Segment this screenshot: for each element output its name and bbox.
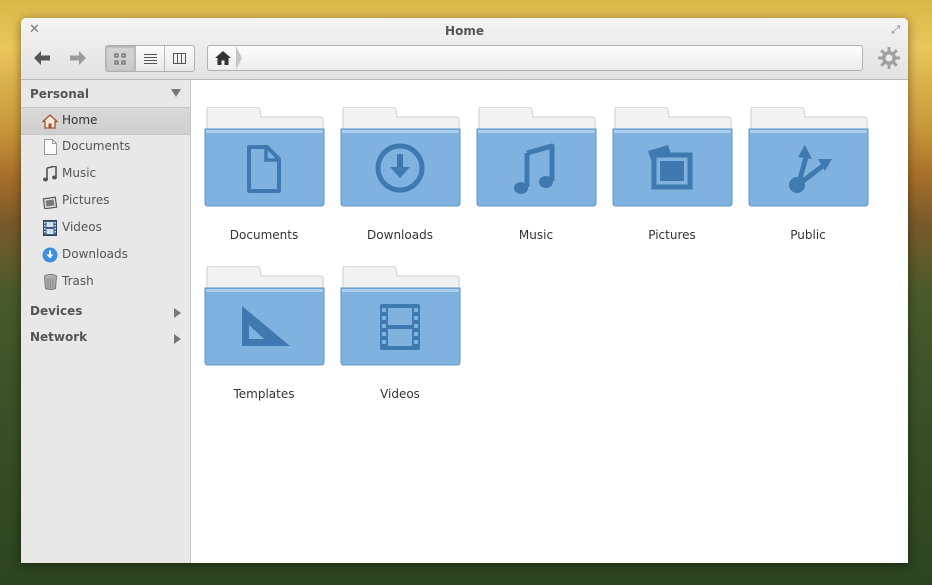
folder-icon xyxy=(204,266,325,366)
expander-right-icon[interactable] xyxy=(174,308,181,318)
sidebar-section-network[interactable]: Network xyxy=(21,326,190,350)
sidebar-item-pictures[interactable]: Pictures xyxy=(21,188,190,214)
sidebar-item-label: Downloads xyxy=(62,247,128,261)
expander-down-icon[interactable] xyxy=(171,89,181,97)
download-icon xyxy=(42,247,58,263)
section-label: Personal xyxy=(30,87,89,101)
folder-music[interactable]: Music xyxy=(471,107,601,247)
column-view-button[interactable] xyxy=(165,46,194,71)
sidebar: Personal Home Documents Music Pictures V… xyxy=(21,80,191,563)
folder-label: Public xyxy=(790,228,826,242)
sidebar-item-label: Videos xyxy=(62,220,102,234)
list-view-button[interactable] xyxy=(136,46,166,71)
sidebar-item-videos[interactable]: Videos xyxy=(21,215,190,241)
folder-label: Downloads xyxy=(367,228,433,242)
sidebar-item-documents[interactable]: Documents xyxy=(21,134,190,160)
sidebar-item-home[interactable]: Home xyxy=(21,107,190,135)
settings-button[interactable] xyxy=(878,47,900,69)
folder-icon xyxy=(476,107,597,207)
folder-label: Templates xyxy=(233,387,295,401)
folder-videos[interactable]: Videos xyxy=(335,266,465,406)
view-mode-switcher xyxy=(105,45,195,72)
gear-icon xyxy=(878,47,900,69)
columns-icon xyxy=(173,53,187,64)
folder-documents[interactable]: Documents xyxy=(199,107,329,247)
picture-icon xyxy=(42,193,58,209)
sidebar-item-label: Music xyxy=(62,166,97,180)
icon-view-button[interactable] xyxy=(106,46,136,71)
music-note-icon xyxy=(42,166,58,182)
section-label: Devices xyxy=(30,304,83,318)
folder-icon xyxy=(204,107,325,207)
forward-button[interactable] xyxy=(65,46,91,70)
path-bar[interactable] xyxy=(207,45,863,71)
sidebar-item-downloads[interactable]: Downloads xyxy=(21,242,190,268)
folder-downloads[interactable]: Downloads xyxy=(335,107,465,247)
folder-pictures[interactable]: Pictures xyxy=(607,107,737,247)
folder-icon xyxy=(748,107,869,207)
arrow-right-icon xyxy=(70,51,86,65)
sidebar-item-label: Pictures xyxy=(62,193,110,207)
home-icon xyxy=(215,51,231,65)
sidebar-item-label: Trash xyxy=(62,274,94,288)
breadcrumb-home[interactable] xyxy=(208,46,238,70)
sidebar-item-music[interactable]: Music xyxy=(21,161,190,187)
section-label: Network xyxy=(30,330,88,344)
film-icon xyxy=(42,220,58,236)
icon-view: Documents Downloads Music Pictures Publi… xyxy=(191,80,908,563)
folder-icon xyxy=(340,266,461,366)
document-icon xyxy=(42,139,58,155)
trash-icon xyxy=(42,274,58,290)
sidebar-section-devices[interactable]: Devices xyxy=(21,300,190,324)
sidebar-section-personal[interactable]: Personal xyxy=(21,83,190,107)
expander-right-icon[interactable] xyxy=(174,334,181,344)
home-icon xyxy=(42,113,58,129)
folder-templates[interactable]: Templates xyxy=(199,266,329,406)
back-button[interactable] xyxy=(29,46,55,70)
folder-public[interactable]: Public xyxy=(743,107,873,247)
grid-icon xyxy=(114,53,126,64)
breadcrumb-separator xyxy=(236,46,242,70)
sidebar-item-label: Documents xyxy=(62,139,131,153)
folder-label: Music xyxy=(518,228,554,242)
folder-icon xyxy=(340,107,461,207)
window-title: Home xyxy=(445,24,484,38)
maximize-icon[interactable]: ⤢ xyxy=(891,23,900,37)
sidebar-item-trash[interactable]: Trash xyxy=(21,269,190,295)
list-icon xyxy=(143,54,157,64)
folder-label: Documents xyxy=(229,228,299,242)
folder-label: Videos xyxy=(380,387,420,401)
folder-icon xyxy=(612,107,733,207)
file-manager-window: ✕ Home ⤢ Personal Home Documents Music P… xyxy=(21,18,908,563)
sidebar-item-label: Home xyxy=(62,113,98,127)
folder-label: Pictures xyxy=(648,228,696,242)
header-bar: ✕ Home ⤢ xyxy=(21,18,908,80)
arrow-left-icon xyxy=(34,51,50,65)
